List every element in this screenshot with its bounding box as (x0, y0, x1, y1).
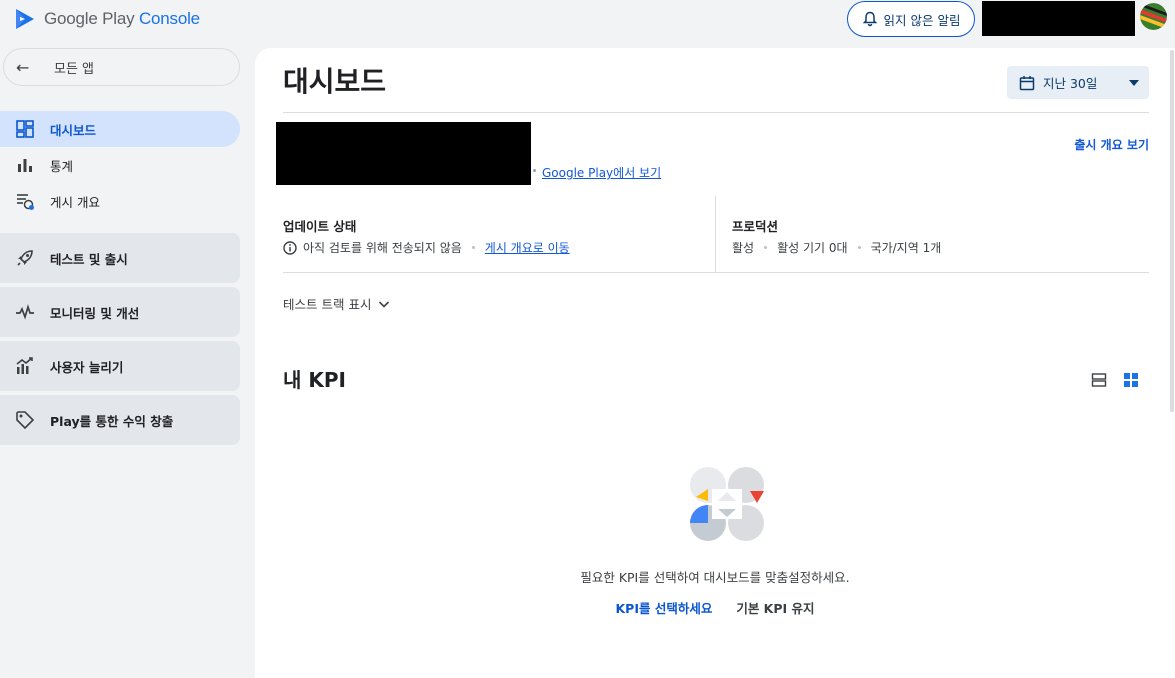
top-bar: Google Play Console 읽지 않은 알림 (0, 0, 1175, 44)
update-status-panel: 업데이트 상태 아직 검토를 위해 전송되지 않음 게시 개요로 이동 (283, 196, 716, 272)
list-view-icon[interactable] (1091, 372, 1107, 388)
separator-dot (857, 246, 861, 249)
production-line: 활성 활성 기기 0대 국가/지역 1개 (732, 239, 941, 256)
play-console-logo-icon (16, 9, 34, 29)
production-panel: 프로덕션 활성 활성 기기 0대 국가/지역 1개 (732, 196, 1149, 272)
sidebar-group-label: Play를 통한 수익 창출 (50, 413, 174, 429)
publishing-overview-icon (14, 190, 36, 212)
my-kpi-heading: 내 KPI (283, 368, 346, 392)
sidebar-group-grow-users[interactable]: 사용자 늘리기 (0, 341, 240, 391)
go-to-publishing-overview-link[interactable]: 게시 개요로 이동 (485, 239, 570, 256)
empty-kpi-illustration (690, 467, 764, 541)
rocket-icon (14, 247, 36, 269)
chevron-down-icon (379, 300, 390, 308)
select-kpi-button[interactable]: KPI를 선택하세요 (615, 598, 712, 617)
update-status-line: 아직 검토를 위해 전송되지 않음 게시 개요로 이동 (283, 239, 570, 256)
show-test-tracks-label: 테스트 트랙 표시 (283, 297, 372, 312)
update-status-heading: 업데이트 상태 (283, 219, 357, 234)
sidebar-item-dashboard[interactable]: 대시보드 (0, 111, 240, 147)
page-title: 대시보드 (283, 65, 387, 98)
sidebar-group-label: 테스트 및 출시 (50, 251, 128, 267)
view-on-google-play-link[interactable]: Google Play에서 보기 (542, 164, 661, 181)
all-apps-button[interactable]: ← 모든 앱 (3, 48, 240, 86)
scrollbar[interactable] (1170, 50, 1174, 412)
dashboard-icon (14, 118, 36, 140)
sidebar-group-monitoring[interactable]: 모니터링 및 개선 (0, 287, 240, 337)
sidebar-item-label: 통계 (50, 158, 74, 174)
empty-kpi-message: 필요한 KPI를 선택하여 대시보드를 맞춤설정하세요. (580, 570, 850, 585)
kpi-actions: KPI를 선택하세요 기본 KPI 유지 (255, 598, 1175, 617)
sidebar-item-label: 게시 개요 (50, 194, 100, 210)
grow-users-icon (14, 355, 36, 377)
production-countries: 국가/지역 1개 (870, 241, 942, 255)
avatar[interactable] (1140, 3, 1167, 30)
arrow-back-icon: ← (16, 57, 30, 77)
sidebar-group-label: 모니터링 및 개선 (50, 305, 140, 321)
sidebar-item-statistics[interactable]: 통계 (0, 147, 240, 183)
avatar-image (1140, 3, 1167, 30)
status-section: 업데이트 상태 아직 검토를 위해 전송되지 않음 게시 개요로 이동 프로덕션… (283, 196, 1149, 272)
logo-text: Google Play Console (44, 9, 200, 28)
production-active-devices: 활성 기기 0대 (777, 241, 848, 255)
separator-dot (533, 169, 536, 172)
grid-view-icon[interactable] (1123, 372, 1139, 388)
separator-dot (764, 246, 768, 249)
date-range-dropdown[interactable]: 지난 30일 (1007, 66, 1149, 99)
production-state: 활성 (732, 241, 755, 255)
production-heading: 프로덕션 (732, 219, 779, 234)
notifications-label: 읽지 않은 알림 (883, 12, 961, 28)
keep-default-kpi-button[interactable]: 기본 KPI 유지 (736, 598, 814, 617)
bell-icon (862, 11, 877, 27)
sidebar-group-label: 사용자 늘리기 (50, 359, 124, 375)
main-panel: 대시보드 지난 30일 Google Play에서 보기 출시 개요 보기 업데… (255, 48, 1175, 678)
show-test-tracks-toggle[interactable]: 테스트 트랙 표시 (283, 294, 391, 313)
play-console-logo[interactable]: Google Play Console (14, 7, 200, 31)
vitals-icon (14, 301, 36, 323)
sidebar-group-monetize[interactable]: Play를 통한 수익 창출 (0, 395, 240, 445)
redacted-app-info (276, 122, 531, 185)
sidebar-group-test-and-release[interactable]: 테스트 및 출시 (0, 233, 240, 283)
redacted-account-name (982, 1, 1135, 36)
sidebar-item-label: 대시보드 (50, 122, 97, 138)
sidebar: ← 모든 앱 대시보드 통계 게시 개요 테스트 및 출시 모니터링 및 개선 (0, 44, 252, 678)
divider (283, 272, 1149, 273)
dropdown-caret-icon (1129, 79, 1139, 86)
info-icon (283, 240, 297, 255)
tag-icon (14, 409, 36, 431)
separator-dot (471, 246, 475, 249)
date-range-label: 지난 30일 (1043, 76, 1098, 91)
sidebar-item-publishing-overview[interactable]: 게시 개요 (0, 183, 240, 219)
update-status-message: 아직 검토를 위해 전송되지 않음 (303, 241, 462, 255)
all-apps-label: 모든 앱 (54, 61, 95, 77)
calendar-icon (1019, 75, 1035, 90)
unread-notifications-button[interactable]: 읽지 않은 알림 (847, 1, 975, 37)
bar-chart-icon (14, 154, 36, 176)
release-overview-link[interactable]: 출시 개요 보기 (1074, 136, 1149, 153)
divider (283, 112, 1149, 113)
